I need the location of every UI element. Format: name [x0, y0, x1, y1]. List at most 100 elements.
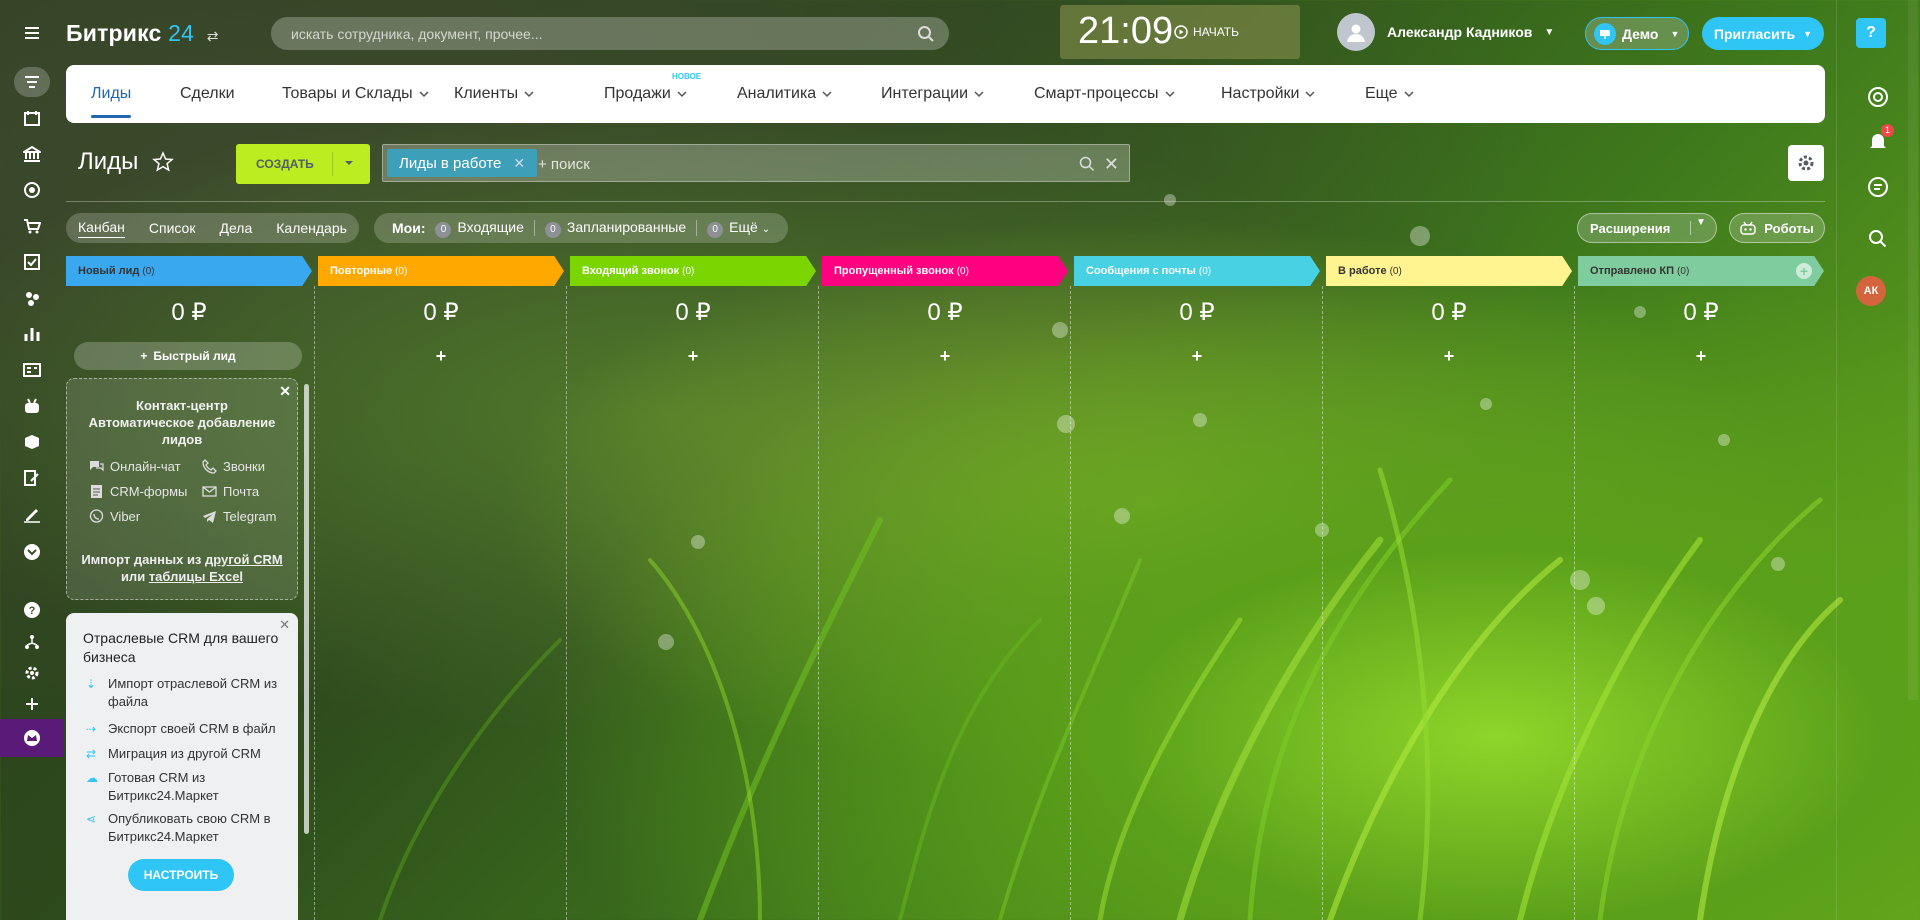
channel-mail[interactable]: Почта [202, 484, 259, 499]
industry-crm-item[interactable]: ☁ Готовая CRM из Битрикс24.Маркет [86, 769, 291, 805]
filter-search-bar[interactable]: Лиды в работе ✕ + поиск ✕ [382, 144, 1130, 182]
extensions-button[interactable]: Расширения ▼ [1577, 213, 1717, 243]
search-icon[interactable] [1079, 156, 1095, 172]
column-count: (0) [1389, 265, 1402, 277]
user-profile-menu[interactable]: Александр Кадников ▼ [1337, 13, 1554, 51]
menu-item-clients[interactable]: Клиенты [454, 85, 534, 103]
menu-item-more[interactable]: Еще [1365, 85, 1414, 103]
import-other-crm-link[interactable]: другой CRM [205, 552, 283, 567]
messenger-chat-icon[interactable] [1863, 172, 1893, 202]
industry-crm-item[interactable]: ⋖ Опубликовать свою CRM в Битрикс24.Марке… [86, 810, 291, 846]
contact-card-icon[interactable] [20, 358, 44, 382]
tasks-checkbox-icon[interactable] [20, 250, 44, 274]
bank-icon[interactable] [20, 142, 44, 166]
view-kanban[interactable]: Канбан [78, 219, 125, 238]
robots-button[interactable]: Роботы [1729, 213, 1825, 243]
column-header[interactable]: Входящий звонок (0) [570, 256, 816, 286]
add-item-plus-icon[interactable]: + [1578, 346, 1824, 367]
column-scrollbar[interactable] [304, 384, 309, 834]
box-icon[interactable] [20, 430, 44, 454]
add-item-plus-icon[interactable]: + [822, 346, 1068, 367]
filter-preset-label: Лиды в работе [399, 154, 502, 172]
more-chevron-circle-icon[interactable] [20, 540, 44, 564]
quick-lead-button[interactable]: + Быстрый лид [74, 342, 302, 370]
counter-planned[interactable]: 0 Запланированные [544, 219, 686, 238]
edit-document-icon[interactable] [20, 466, 44, 490]
add-item-plus-icon[interactable]: + [318, 346, 564, 367]
user-avatar-initials[interactable]: АК [1856, 276, 1886, 306]
bitrix24-logo[interactable]: Битрикс 24 ⇄ [66, 20, 219, 47]
industry-crm-item[interactable]: ⇢ Экспорт своей CRM в файл [86, 720, 291, 738]
column-sum: 0 ₽ [1179, 299, 1215, 326]
favorite-star-icon[interactable] [152, 151, 175, 173]
view-activities[interactable]: Дела [219, 220, 252, 236]
import-excel-link[interactable]: таблицы Excel [149, 569, 243, 584]
chevron-down-icon[interactable]: ▼ [1696, 217, 1706, 228]
global-search[interactable] [271, 17, 949, 50]
channel-viber[interactable]: Viber [89, 509, 140, 524]
copilot-icon[interactable] [1863, 82, 1893, 112]
menu-item-settings[interactable]: Настройки [1221, 85, 1315, 103]
filter-preset-tag[interactable]: Лиды в работе ✕ [387, 149, 538, 177]
menu-item-analytics[interactable]: Аналитика [737, 85, 832, 103]
channel-telegram[interactable]: Telegram [202, 509, 276, 524]
search-icon[interactable] [1863, 224, 1893, 254]
workday-clock[interactable]: 21:09 НАЧАТЬ [1060, 5, 1300, 59]
market-crown-icon[interactable] [0, 719, 64, 757]
menu-item-integrations[interactable]: Интеграции [881, 85, 984, 103]
menu-hamburger-icon[interactable] [20, 21, 44, 45]
start-workday-button[interactable]: НАЧАТЬ [1174, 25, 1239, 39]
column-header[interactable]: В работе (0) [1326, 256, 1572, 286]
view-list[interactable]: Список [149, 220, 196, 236]
clear-filter-icon[interactable]: ✕ [1104, 154, 1119, 175]
help-circle-icon[interactable]: ? [20, 598, 44, 622]
counter-incoming[interactable]: 0 Входящие [435, 219, 524, 238]
channel-calls[interactable]: Звонки [202, 459, 265, 474]
team-icon[interactable] [20, 286, 44, 310]
crm-filter-icon[interactable] [14, 67, 50, 97]
menu-item-smart-processes[interactable]: Смарт-процессы [1034, 85, 1175, 103]
column-header[interactable]: Повторные (0) [318, 256, 564, 286]
channel-online-chat[interactable]: Онлайн-чат [89, 459, 181, 474]
search-icon[interactable] [917, 25, 935, 43]
sitemap-icon[interactable] [20, 630, 44, 654]
analytics-bars-icon[interactable] [20, 322, 44, 346]
column-header[interactable]: Сообщения с почты (0) [1074, 256, 1320, 286]
invite-button[interactable]: Пригласить ▼ [1702, 17, 1824, 50]
add-item-plus-icon[interactable]: + [570, 346, 816, 367]
menu-item-sales[interactable]: Продажи [604, 85, 687, 103]
filter-search-placeholder[interactable]: + поиск [538, 156, 590, 173]
settings-gear-icon[interactable] [20, 661, 44, 685]
demo-tariff-button[interactable]: Демо ▼ [1585, 17, 1689, 50]
counter-more[interactable]: 0 Ещё ⌄ [707, 219, 770, 238]
list-settings-button[interactable] [1788, 145, 1824, 181]
kanban-column: Сообщения с почты (0) 0 ₽ + [1070, 256, 1320, 920]
add-item-plus-icon[interactable]: + [1326, 346, 1572, 367]
add-plus-icon[interactable] [20, 692, 44, 716]
column-header[interactable]: Отправлено КП (0) + [1578, 256, 1824, 286]
create-button[interactable]: СОЗДАТЬ [236, 144, 370, 184]
column-header[interactable]: Новый лид (0) [66, 256, 312, 286]
robot-icon[interactable] [20, 394, 44, 418]
industry-crm-item[interactable]: ⇄ Миграция из другой CRM [86, 745, 291, 763]
column-sum: 0 ₽ [1431, 299, 1467, 326]
page-scrollbar[interactable] [1908, 0, 1918, 700]
create-dropdown-arrow-icon[interactable] [344, 158, 354, 168]
add-column-icon[interactable]: + [1796, 263, 1812, 279]
setup-button[interactable]: НАСТРОИТЬ [128, 859, 234, 891]
menu-item-deals[interactable]: Сделки [180, 85, 235, 103]
cart-icon[interactable] [20, 214, 44, 238]
industry-crm-item[interactable]: ⇣ Импорт отраслевой CRM из файла [86, 675, 291, 711]
menu-item-leads[interactable]: Лиды [91, 85, 132, 118]
remove-filter-icon[interactable]: ✕ [513, 155, 525, 172]
signature-pen-icon[interactable] [20, 502, 44, 526]
channel-crm-forms[interactable]: CRM-формы [89, 484, 187, 499]
column-header[interactable]: Пропущенный звонок (0) [822, 256, 1068, 286]
global-search-input[interactable] [271, 17, 871, 50]
add-item-plus-icon[interactable]: + [1074, 346, 1320, 367]
column-count: (0) [1677, 265, 1690, 277]
menu-item-products-warehouses[interactable]: Товары и Склады [282, 85, 429, 103]
target-icon[interactable] [20, 178, 44, 202]
calendar-icon[interactable] [20, 106, 44, 130]
view-calendar[interactable]: Календарь [276, 220, 347, 236]
